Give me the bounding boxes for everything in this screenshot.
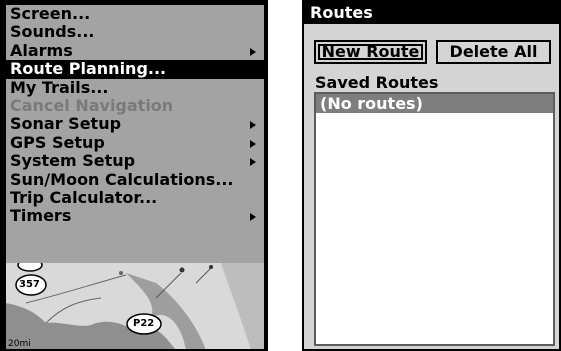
menu-item-alarms[interactable]: Alarms bbox=[6, 41, 264, 60]
menu-item-system-setup[interactable]: System Setup bbox=[6, 151, 264, 170]
saved-routes-list[interactable]: (No routes) bbox=[314, 92, 555, 346]
menu-item-cancel-navigation: Cancel Navigation bbox=[10, 95, 174, 115]
menu-item-gps-setup[interactable]: GPS Setup bbox=[6, 133, 264, 152]
routes-screen: Routes New Route Delete All Saved Routes… bbox=[302, 0, 561, 351]
menu-item-sun-moon[interactable]: Sun/Moon Calculations... bbox=[6, 170, 264, 189]
menu-item-sounds[interactable]: Sounds... bbox=[6, 23, 264, 41]
menu-item-trip-calculator[interactable]: Trip Calculator... bbox=[6, 188, 264, 207]
delete-all-button[interactable]: Delete All bbox=[436, 40, 551, 64]
list-item[interactable]: (No routes) bbox=[316, 94, 553, 113]
map-marker-label: 357 bbox=[19, 279, 40, 290]
submenu-arrow-icon bbox=[250, 121, 256, 130]
menu-item-sonar-setup[interactable]: Sonar Setup bbox=[6, 115, 264, 133]
map-scale: 20mi bbox=[8, 339, 31, 349]
map-graphic bbox=[6, 263, 264, 349]
menu-item-screen[interactable]: Screen... bbox=[6, 4, 264, 23]
menu-item-my-trails[interactable]: My Trails... bbox=[6, 78, 264, 97]
menu-item-timers[interactable]: Timers bbox=[6, 207, 264, 225]
window-title: Routes bbox=[304, 2, 559, 24]
submenu-arrow-icon bbox=[250, 47, 256, 56]
map-view[interactable]: 357 P22 20mi bbox=[6, 263, 264, 349]
saved-routes-label: Saved Routes bbox=[315, 73, 439, 92]
main-menu: Screen... Sounds... Alarms Route Plannin… bbox=[5, 4, 264, 263]
menu-screen: Screen... Sounds... Alarms Route Plannin… bbox=[0, 0, 268, 351]
map-marker-label: P22 bbox=[133, 318, 155, 329]
submenu-arrow-icon bbox=[250, 213, 256, 222]
new-route-button[interactable]: New Route bbox=[314, 40, 427, 64]
submenu-arrow-icon bbox=[250, 158, 256, 167]
menu-item-route-planning[interactable]: Route Planning... bbox=[5, 59, 264, 79]
submenu-arrow-icon bbox=[250, 139, 256, 148]
